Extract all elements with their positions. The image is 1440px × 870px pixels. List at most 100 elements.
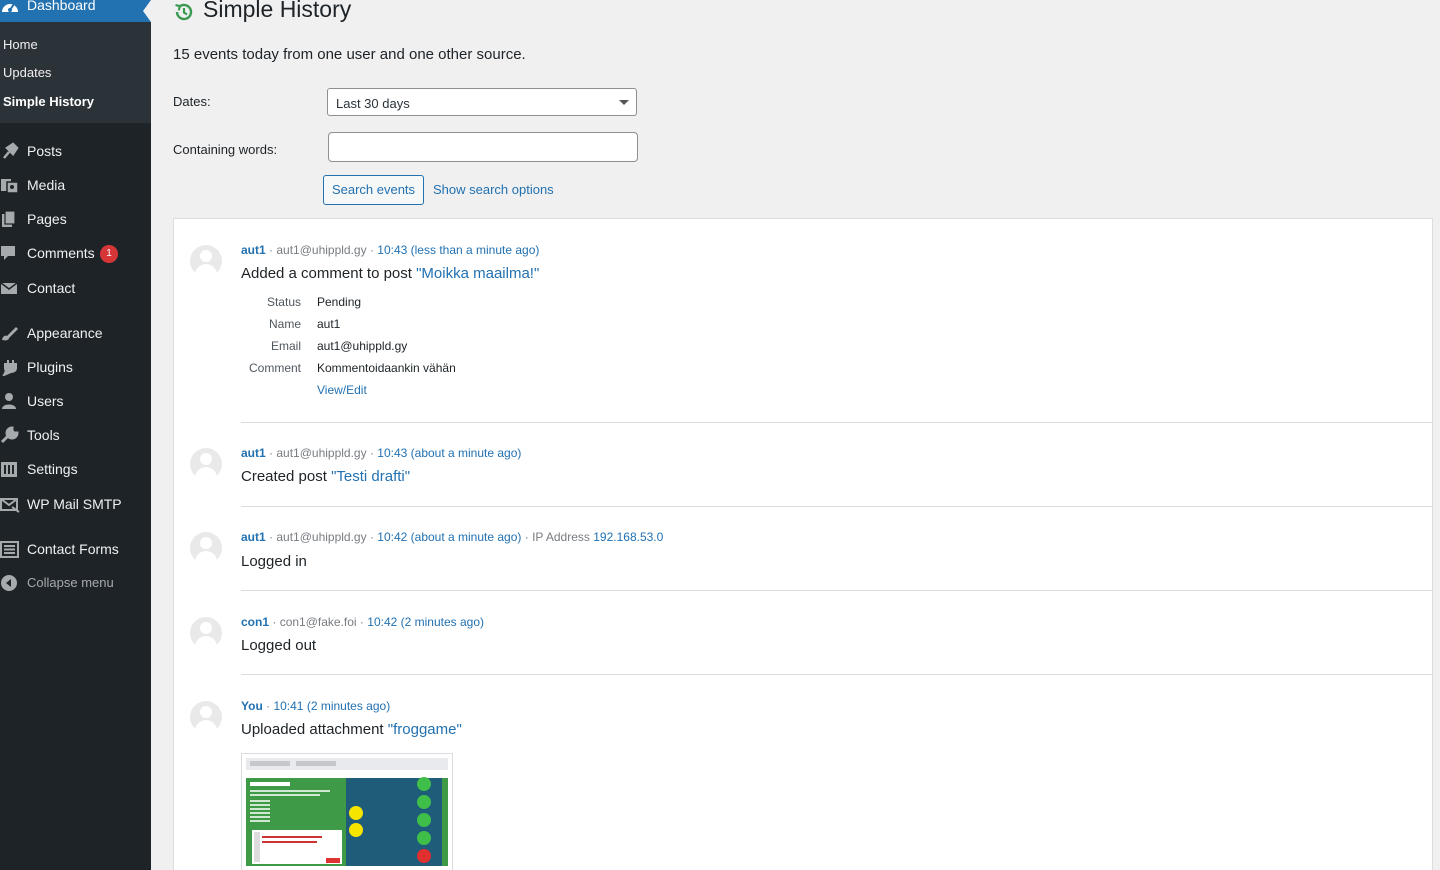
avatar bbox=[190, 617, 222, 649]
menu-item-users[interactable]: Users bbox=[0, 386, 151, 416]
menu-label-comments: Comments bbox=[27, 245, 95, 261]
menu-label-settings: Settings bbox=[27, 461, 78, 477]
search-events-button[interactable]: Search events bbox=[323, 175, 424, 205]
detail-key: Status bbox=[266, 295, 301, 309]
detail-value: Pending bbox=[317, 295, 362, 309]
plugin-icon bbox=[2, 360, 17, 376]
detail-key: Name bbox=[268, 317, 301, 331]
menu-item-plugins[interactable]: Plugins bbox=[0, 352, 151, 382]
froggame-screenshot-image bbox=[246, 758, 448, 866]
event-message: Created post "Testi drafti" bbox=[241, 468, 411, 485]
avatar bbox=[190, 701, 222, 733]
settings-icon bbox=[1, 462, 17, 477]
menu-item-tools[interactable]: Tools bbox=[0, 420, 151, 450]
menu-item-media[interactable]: Media bbox=[0, 170, 151, 200]
ip-address-label: IP Address bbox=[532, 530, 590, 544]
event-item: con1 · con1@fake.foi · 10:42 (2 minutes … bbox=[174, 591, 1433, 675]
pin-icon bbox=[3, 142, 19, 159]
menu-label-contact: Contact bbox=[27, 280, 76, 296]
wrench-icon bbox=[0, 426, 19, 444]
dates-label: Dates: bbox=[173, 94, 211, 109]
avatar bbox=[190, 245, 222, 277]
menu-label-plugins: Plugins bbox=[27, 359, 73, 375]
form-icon bbox=[0, 541, 19, 558]
event-user-link[interactable]: You bbox=[241, 699, 263, 713]
menu-item-appearance[interactable]: Appearance bbox=[0, 318, 151, 348]
event-user-email: aut1@uhippld.gy bbox=[276, 243, 367, 257]
event-user-email: aut1@uhippld.gy bbox=[276, 446, 367, 460]
dates-select[interactable]: Last 30 days bbox=[327, 88, 637, 116]
brush-icon bbox=[2, 327, 18, 341]
show-search-options-link[interactable]: Show search options bbox=[433, 182, 554, 197]
event-user-email: con1@fake.foi bbox=[279, 615, 357, 629]
menu-item-dashboard[interactable]: Dashboard bbox=[0, 0, 151, 22]
detail-value: aut1@uhippld.gy bbox=[317, 339, 408, 353]
menu-item-settings[interactable]: Settings bbox=[0, 454, 151, 484]
submenu-updates[interactable]: Updates bbox=[3, 65, 51, 80]
menu-label-appearance: Appearance bbox=[27, 325, 103, 341]
menu-item-posts[interactable]: Posts bbox=[0, 136, 151, 166]
menu-label-pages: Pages bbox=[27, 211, 67, 227]
event-user-link[interactable]: aut1 bbox=[241, 243, 266, 257]
view-edit-link[interactable]: View/Edit bbox=[317, 383, 367, 397]
menu-label-contact-forms: Contact Forms bbox=[27, 541, 119, 557]
event-user-email: aut1@uhippld.gy bbox=[276, 530, 367, 544]
event-time-link[interactable]: 10:43 (less than a minute ago) bbox=[377, 243, 539, 257]
pages-icon bbox=[2, 210, 16, 227]
containing-words-label: Containing words: bbox=[173, 142, 278, 157]
submenu-home[interactable]: Home bbox=[3, 37, 38, 52]
containing-words-input[interactable] bbox=[328, 132, 638, 162]
event-user-link[interactable]: aut1 bbox=[241, 446, 266, 460]
event-time-link[interactable]: 10:42 (2 minutes ago) bbox=[367, 615, 484, 629]
ip-address-link[interactable]: 192.168.53.0 bbox=[593, 530, 663, 544]
detail-key: Comment bbox=[248, 361, 301, 375]
chevron-down-icon bbox=[619, 100, 629, 105]
menu-item-contact[interactable]: Contact bbox=[0, 273, 151, 303]
collapse-icon bbox=[1, 575, 17, 591]
detail-key: Email bbox=[270, 339, 301, 353]
dates-selected-value: Last 30 days bbox=[336, 96, 410, 111]
mail-smtp-icon bbox=[0, 498, 20, 513]
menu-label-users: Users bbox=[27, 393, 64, 409]
event-time-link[interactable]: 10:42 (about a minute ago) bbox=[377, 530, 521, 544]
event-time-link[interactable]: 10:43 (about a minute ago) bbox=[377, 446, 521, 460]
menu-item-wp-mail-smtp[interactable]: WP Mail SMTP bbox=[0, 489, 151, 519]
post-link[interactable]: "Moikka maailma!" bbox=[416, 265, 539, 282]
event-message: Logged out bbox=[241, 637, 317, 654]
event-message: Logged in bbox=[241, 553, 307, 570]
history-icon bbox=[175, 3, 193, 21]
submenu-simple-history[interactable]: Simple History bbox=[3, 94, 94, 109]
event-item: aut1 · aut1@uhippld.gy · 10:42 (about a … bbox=[174, 507, 1433, 591]
event-time-link[interactable]: 10:41 (2 minutes ago) bbox=[273, 699, 390, 713]
event-message: Uploaded attachment "froggame" bbox=[241, 721, 462, 738]
envelope-icon bbox=[0, 282, 18, 294]
detail-value: aut1 bbox=[317, 317, 341, 331]
event-message: Added a comment to post "Moikka maailma!… bbox=[241, 265, 540, 282]
menu-item-comments[interactable]: Comments 1 bbox=[0, 238, 151, 268]
comment-icon bbox=[1, 246, 15, 260]
menu-item-contact-forms[interactable]: Contact Forms bbox=[0, 534, 151, 564]
event-meta: con1 · con1@fake.foi · 10:42 (2 minutes … bbox=[241, 615, 485, 629]
page-title: Simple History bbox=[203, 0, 352, 22]
detail-value: Kommentoidaankin vähän bbox=[317, 361, 456, 375]
event-log: aut1 · aut1@uhippld.gy · 10:43 (less tha… bbox=[173, 218, 1433, 870]
admin-sidebar: Dashboard Home Updates Simple History Po… bbox=[0, 0, 151, 870]
current-menu-arrow bbox=[143, 0, 151, 22]
menu-label-wp-mail-smtp: WP Mail SMTP bbox=[27, 496, 122, 512]
menu-item-pages[interactable]: Pages bbox=[0, 204, 151, 234]
event-user-link[interactable]: con1 bbox=[241, 615, 269, 629]
attachment-link[interactable]: "froggame" bbox=[388, 721, 462, 738]
menu-label-collapse: Collapse menu bbox=[27, 575, 114, 590]
users-icon bbox=[2, 393, 16, 409]
event-user-link[interactable]: aut1 bbox=[241, 530, 266, 544]
media-icon bbox=[1, 179, 19, 194]
event-meta: aut1 · aut1@uhippld.gy · 10:43 (about a … bbox=[241, 446, 522, 460]
menu-label-dashboard: Dashboard bbox=[27, 0, 96, 13]
event-meta: aut1 · aut1@uhippld.gy · 10:42 (about a … bbox=[241, 530, 664, 544]
event-item: aut1 · aut1@uhippld.gy · 10:43 (about a … bbox=[174, 423, 1433, 507]
avatar bbox=[190, 532, 222, 564]
menu-label-media: Media bbox=[27, 177, 66, 193]
attachment-thumbnail[interactable] bbox=[241, 753, 453, 870]
post-link[interactable]: "Testi drafti" bbox=[331, 468, 410, 485]
collapse-menu-button[interactable]: Collapse menu bbox=[0, 568, 151, 598]
